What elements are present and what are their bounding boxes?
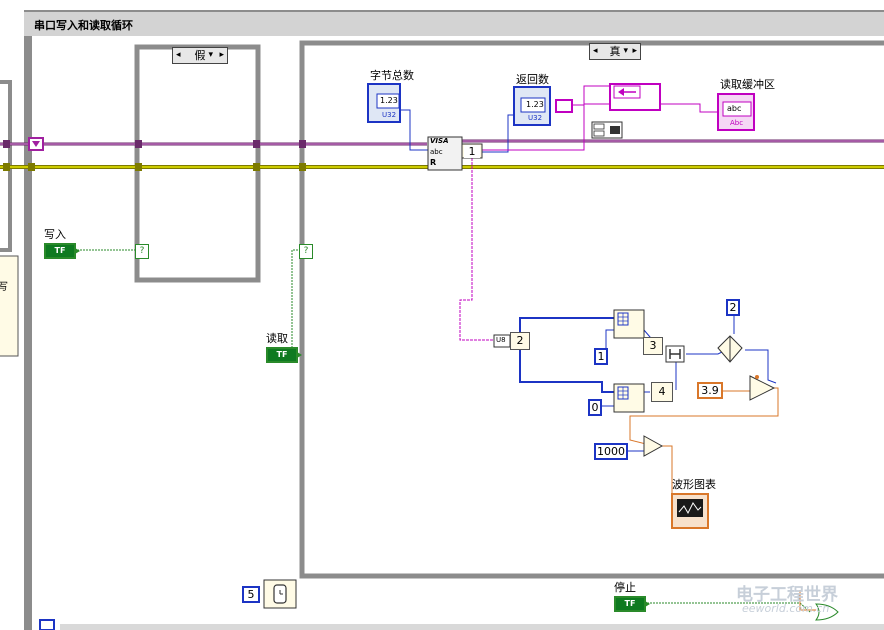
tunnel-true-err <box>299 163 306 171</box>
const-1000[interactable]: 1000 <box>594 443 628 460</box>
case-next-icon[interactable]: ▸ <box>219 48 224 63</box>
const-3-9[interactable]: 3.9 <box>697 382 723 399</box>
index-a-badge: 3 <box>643 337 663 355</box>
loop-condition-terminal <box>39 619 55 630</box>
const-one[interactable]: 1 <box>594 348 608 365</box>
byte-count-value: 1.23 <box>380 96 398 105</box>
type-cast-label: U8 <box>496 336 506 344</box>
byte-count-label: 字节总数 <box>370 69 414 82</box>
byte-count-type: U32 <box>382 111 397 119</box>
visa-read-title: VISA <box>430 137 449 145</box>
read-buffer-value: abc <box>727 104 742 113</box>
case-true-selector-terminal[interactable]: ? <box>299 244 313 259</box>
case-false-frame <box>134 44 261 283</box>
waveform-chart-label: 波形图表 <box>672 478 716 491</box>
index-b-badge: 4 <box>651 382 673 402</box>
tunnel-left-visa <box>3 140 10 148</box>
tunnel-false-visa-out <box>253 140 260 148</box>
case-true-selector[interactable]: ◂ 真 ▾ ▸ <box>589 43 641 60</box>
return-count-value: 1.23 <box>526 100 544 109</box>
visa-read-abc: abc <box>430 148 443 156</box>
return-count-type: U32 <box>528 114 543 122</box>
visa-read-badge: 1 <box>464 145 480 158</box>
left-note-text: 写 <box>0 282 8 293</box>
wire-read-bool[interactable] <box>291 249 300 355</box>
stop-label: 停止 <box>614 581 636 594</box>
tunnel-left-error <box>3 163 10 171</box>
while-loop-title: 串口写入和读取循环 <box>34 19 133 32</box>
left-note-box <box>0 255 19 357</box>
write-label: 写入 <box>44 228 66 241</box>
case-false-selector-terminal[interactable]: ? <box>135 244 149 259</box>
array-size-badge: 2 <box>510 332 530 350</box>
bottom-scroll-strip <box>60 624 884 630</box>
wait-ms-node[interactable] <box>263 579 297 609</box>
const-zero[interactable]: 0 <box>588 399 602 416</box>
while-loop-title-bar[interactable]: 串口写入和读取循环 <box>24 12 884 36</box>
visa-read-r: R <box>430 158 437 167</box>
tunnel-loop-err <box>28 163 35 171</box>
waveform-chart-indicator[interactable] <box>671 493 709 529</box>
index-array-node-2[interactable] <box>613 383 645 413</box>
case-false-label: 假 <box>194 49 206 62</box>
case-false-selector[interactable]: ◂ 假 ▾ ▸ <box>172 47 228 64</box>
index-array-node-1[interactable] <box>613 309 645 339</box>
return-count-label: 返回数 <box>516 73 549 86</box>
read-boolean-control[interactable]: TF <box>266 347 302 363</box>
tunnel-false-err-out <box>253 163 260 171</box>
const-wait-5[interactable]: 5 <box>242 586 260 603</box>
case-prev-icon[interactable]: ◂ <box>593 44 598 59</box>
read-buffer-sub: Abc <box>730 119 744 127</box>
string-select-node[interactable] <box>609 83 661 111</box>
read-label: 读取 <box>266 332 288 345</box>
tunnel-false-err-in <box>135 163 142 171</box>
tunnel-true-visa <box>299 140 306 148</box>
case-dropdown-icon[interactable]: ▾ <box>208 48 213 63</box>
stop-boolean-control[interactable]: TF <box>614 596 650 612</box>
block-diagram-canvas <box>0 10 884 630</box>
read-buffer-label: 读取缓冲区 <box>720 78 775 91</box>
const-two[interactable]: 2 <box>726 299 740 316</box>
case-dropdown-icon[interactable]: ▾ <box>623 44 628 59</box>
watermark-en: eeworld.com.cn <box>742 602 830 615</box>
format-node[interactable] <box>591 121 623 139</box>
string-constant[interactable] <box>555 99 573 113</box>
case-next-icon[interactable]: ▸ <box>632 44 637 59</box>
join-numbers-node[interactable] <box>665 345 685 363</box>
tunnel-false-visa-in <box>135 140 142 148</box>
write-boolean-control[interactable]: TF <box>44 243 80 259</box>
case-true-label: 真 <box>609 45 621 58</box>
case-prev-icon[interactable]: ◂ <box>176 48 181 63</box>
